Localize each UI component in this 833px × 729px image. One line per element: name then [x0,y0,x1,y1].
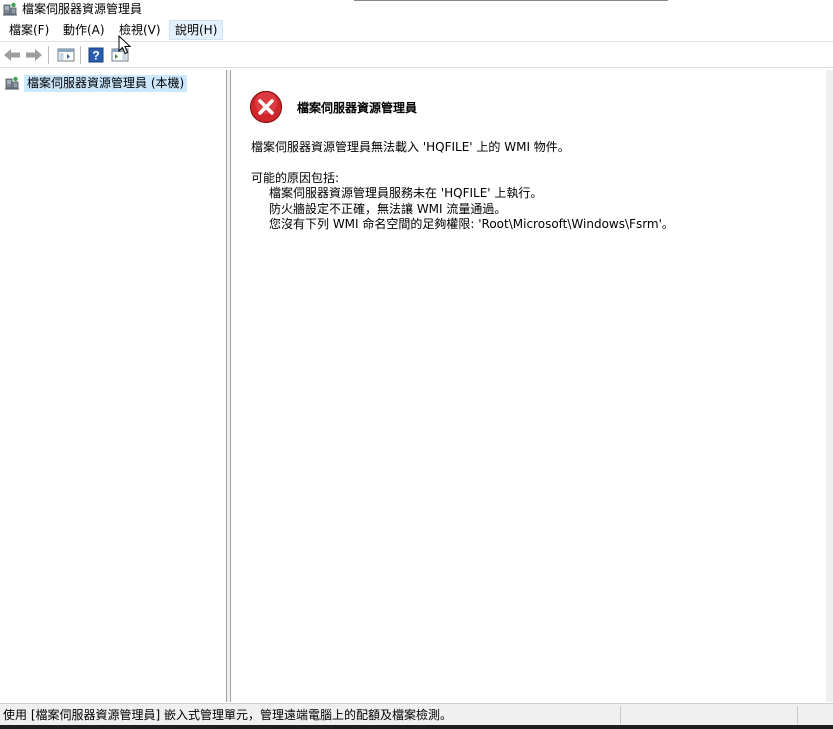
console-tree-pane: 檔案伺服器資源管理員 (本機) [0,70,227,702]
reason-item: 您沒有下列 WMI 命名空間的足夠權限: 'Root\Microsoft\Win… [269,217,674,231]
title-bar: 檔案伺服器資源管理員 [0,0,833,18]
status-bar: 使用 [檔案伺服器資源管理員] 嵌入式管理單元，管理遠端電腦上的配額及檔案檢測。 [0,703,833,726]
error-title: 檔案伺服器資源管理員 [297,101,418,115]
show-console-tree-icon [57,48,75,62]
help-icon: ? [88,47,104,63]
status-separator [797,706,798,724]
back-button[interactable] [2,45,22,65]
tree-item-root[interactable]: 檔案伺服器資源管理員 (本機) [3,74,188,92]
title-divider [354,0,668,1]
help-button[interactable]: ? [86,45,106,65]
show-console-tree-button[interactable] [56,45,76,65]
bottom-edge [0,725,833,729]
menu-action[interactable]: 動作(A) [58,21,110,39]
status-text: 使用 [檔案伺服器資源管理員] 嵌入式管理單元，管理遠端電腦上的配額及檔案檢測。 [3,708,452,722]
right-edge-strip [826,70,833,702]
error-icon [249,90,283,124]
reason-item: 檔案伺服器資源管理員服務未在 'HQFILE' 上執行。 [269,186,543,200]
menu-file[interactable]: 檔案(F) [4,21,54,39]
toolbar-separator [80,46,81,64]
server-manager-icon [5,76,19,90]
forward-button[interactable] [24,45,44,65]
server-manager-icon [3,2,17,16]
forward-arrow-icon [26,49,42,61]
menu-help[interactable]: 說明(H) [169,20,224,40]
svg-text:?: ? [92,49,99,63]
toolbar-separator [48,46,49,64]
window-title: 檔案伺服器資源管理員 [22,2,143,16]
error-message: 檔案伺服器資源管理員無法載入 'HQFILE' 上的 WMI 物件。 [251,140,570,154]
content-pane: 檔案伺服器資源管理員 檔案伺服器資源管理員無法載入 'HQFILE' 上的 WM… [230,70,827,702]
tree-item-label: 檔案伺服器資源管理員 (本機) [24,74,188,92]
back-arrow-icon [4,49,20,61]
mouse-cursor-icon [118,35,132,55]
status-separator [620,706,621,724]
